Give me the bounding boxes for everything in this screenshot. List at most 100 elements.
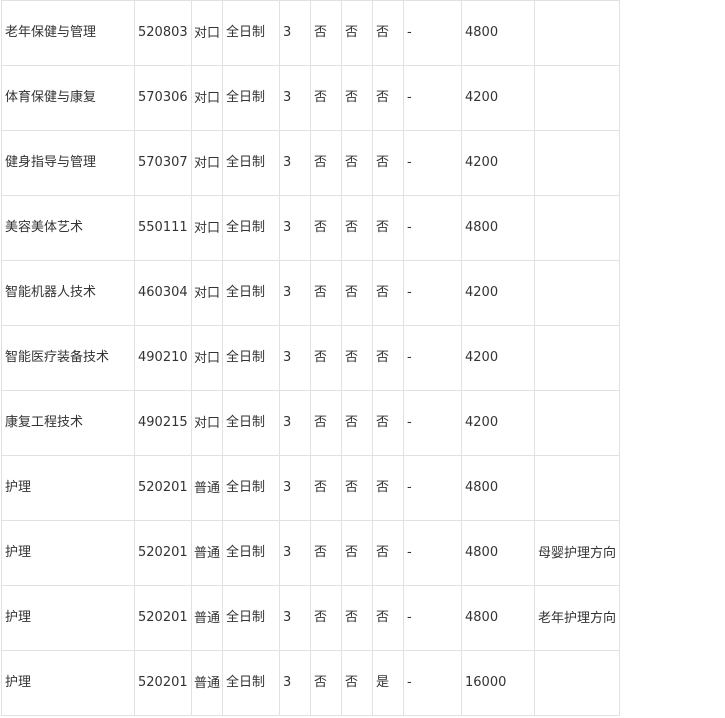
flag-cell-3: 否 — [372, 390, 404, 456]
tuition-cell: 4800 — [461, 0, 535, 66]
program-name-cell: 护理 — [1, 520, 135, 586]
flag-cell-2: 否 — [341, 0, 373, 66]
program-code-cell: 520201 — [134, 650, 192, 716]
dash-cell: - — [403, 65, 462, 131]
duration-cell: 3 — [279, 0, 311, 66]
flag-cell-1: 否 — [310, 520, 342, 586]
program-name-cell: 护理 — [1, 585, 135, 651]
flag-cell-3: 否 — [372, 195, 404, 261]
tuition-cell: 16000 — [461, 650, 535, 716]
flag-cell-2: 否 — [341, 390, 373, 456]
duration-cell: 3 — [279, 585, 311, 651]
program-code-cell: 490215 — [134, 390, 192, 456]
program-code-cell: 550111 — [134, 195, 192, 261]
program-name-cell: 智能医疗装备技术 — [1, 325, 135, 391]
study-mode-cell: 全日制 — [222, 520, 280, 586]
table-row: 康复工程技术 490215 对口 全日制 3 否否否 -4200 — [1, 390, 620, 456]
study-mode-cell: 全日制 — [222, 390, 280, 456]
admission-type-cell: 对口 — [191, 325, 223, 391]
table-row: 护理 520201 普通 全日制 3 否否否 -4800 老年护理方向 — [1, 585, 620, 651]
flag-cell-1: 否 — [310, 260, 342, 326]
table-row: 健身指导与管理 570307 对口 全日制 3 否否否 -4200 — [1, 130, 620, 196]
duration-cell: 3 — [279, 195, 311, 261]
flag-cell-1: 否 — [310, 325, 342, 391]
duration-cell: 3 — [279, 325, 311, 391]
admission-type-cell: 普通 — [191, 455, 223, 521]
note-cell — [534, 650, 620, 716]
admission-type-cell: 对口 — [191, 0, 223, 66]
flag-cell-2: 否 — [341, 585, 373, 651]
flag-cell-1: 否 — [310, 650, 342, 716]
program-name-cell: 老年保健与管理 — [1, 0, 135, 66]
tuition-cell: 4800 — [461, 195, 535, 261]
flag-cell-2: 否 — [341, 520, 373, 586]
flag-cell-2: 否 — [341, 455, 373, 521]
note-cell — [534, 0, 620, 66]
program-table: 老年保健与管理 520803 对口 全日制 3 否否否 -4800 体育保健与康复 570306… — [1, 0, 620, 716]
admission-type-cell: 对口 — [191, 65, 223, 131]
program-name-cell: 健身指导与管理 — [1, 130, 135, 196]
dash-cell: - — [403, 0, 462, 66]
flag-cell-1: 否 — [310, 390, 342, 456]
program-name-cell: 护理 — [1, 650, 135, 716]
flag-cell-3: 否 — [372, 260, 404, 326]
dash-cell: - — [403, 455, 462, 521]
tuition-cell: 4800 — [461, 455, 535, 521]
program-code-cell: 460304 — [134, 260, 192, 326]
admission-type-cell: 对口 — [191, 195, 223, 261]
table-row: 智能医疗装备技术 490210 对口 全日制 3 否否否 -4200 — [1, 325, 620, 391]
duration-cell: 3 — [279, 65, 311, 131]
admission-type-cell: 对口 — [191, 260, 223, 326]
program-name-cell: 智能机器人技术 — [1, 260, 135, 326]
dash-cell: - — [403, 195, 462, 261]
table-row: 体育保健与康复 570306 对口 全日制 3 否否否 -4200 — [1, 65, 620, 131]
dash-cell: - — [403, 130, 462, 196]
study-mode-cell: 全日制 — [222, 650, 280, 716]
flag-cell-2: 否 — [341, 260, 373, 326]
program-name-cell: 体育保健与康复 — [1, 65, 135, 131]
tuition-cell: 4800 — [461, 520, 535, 586]
note-cell — [534, 130, 620, 196]
duration-cell: 3 — [279, 455, 311, 521]
study-mode-cell: 全日制 — [222, 130, 280, 196]
flag-cell-2: 否 — [341, 195, 373, 261]
admission-type-cell: 普通 — [191, 650, 223, 716]
flag-cell-2: 否 — [341, 130, 373, 196]
study-mode-cell: 全日制 — [222, 325, 280, 391]
duration-cell: 3 — [279, 520, 311, 586]
program-code-cell: 520803 — [134, 0, 192, 66]
flag-cell-2: 否 — [341, 650, 373, 716]
flag-cell-1: 否 — [310, 0, 342, 66]
table-row: 老年保健与管理 520803 对口 全日制 3 否否否 -4800 — [1, 0, 620, 66]
tuition-cell: 4200 — [461, 130, 535, 196]
tuition-cell: 4800 — [461, 585, 535, 651]
note-cell: 母婴护理方向 — [534, 520, 620, 586]
program-code-cell: 520201 — [134, 585, 192, 651]
study-mode-cell: 全日制 — [222, 195, 280, 261]
note-cell — [534, 65, 620, 131]
flag-cell-1: 否 — [310, 455, 342, 521]
tuition-cell: 4200 — [461, 390, 535, 456]
program-name-cell: 美容美体艺术 — [1, 195, 135, 261]
note-cell — [534, 260, 620, 326]
admission-type-cell: 对口 — [191, 130, 223, 196]
program-code-cell: 570306 — [134, 65, 192, 131]
flag-cell-3: 否 — [372, 325, 404, 391]
flag-cell-3: 否 — [372, 0, 404, 66]
program-code-cell: 520201 — [134, 455, 192, 521]
dash-cell: - — [403, 585, 462, 651]
admission-type-cell: 普通 — [191, 520, 223, 586]
flag-cell-3: 否 — [372, 65, 404, 131]
flag-cell-1: 否 — [310, 195, 342, 261]
dash-cell: - — [403, 390, 462, 456]
flag-cell-1: 否 — [310, 130, 342, 196]
note-cell — [534, 455, 620, 521]
note-cell — [534, 195, 620, 261]
study-mode-cell: 全日制 — [222, 455, 280, 521]
duration-cell: 3 — [279, 260, 311, 326]
dash-cell: - — [403, 520, 462, 586]
study-mode-cell: 全日制 — [222, 260, 280, 326]
study-mode-cell: 全日制 — [222, 585, 280, 651]
dash-cell: - — [403, 260, 462, 326]
flag-cell-3: 否 — [372, 520, 404, 586]
